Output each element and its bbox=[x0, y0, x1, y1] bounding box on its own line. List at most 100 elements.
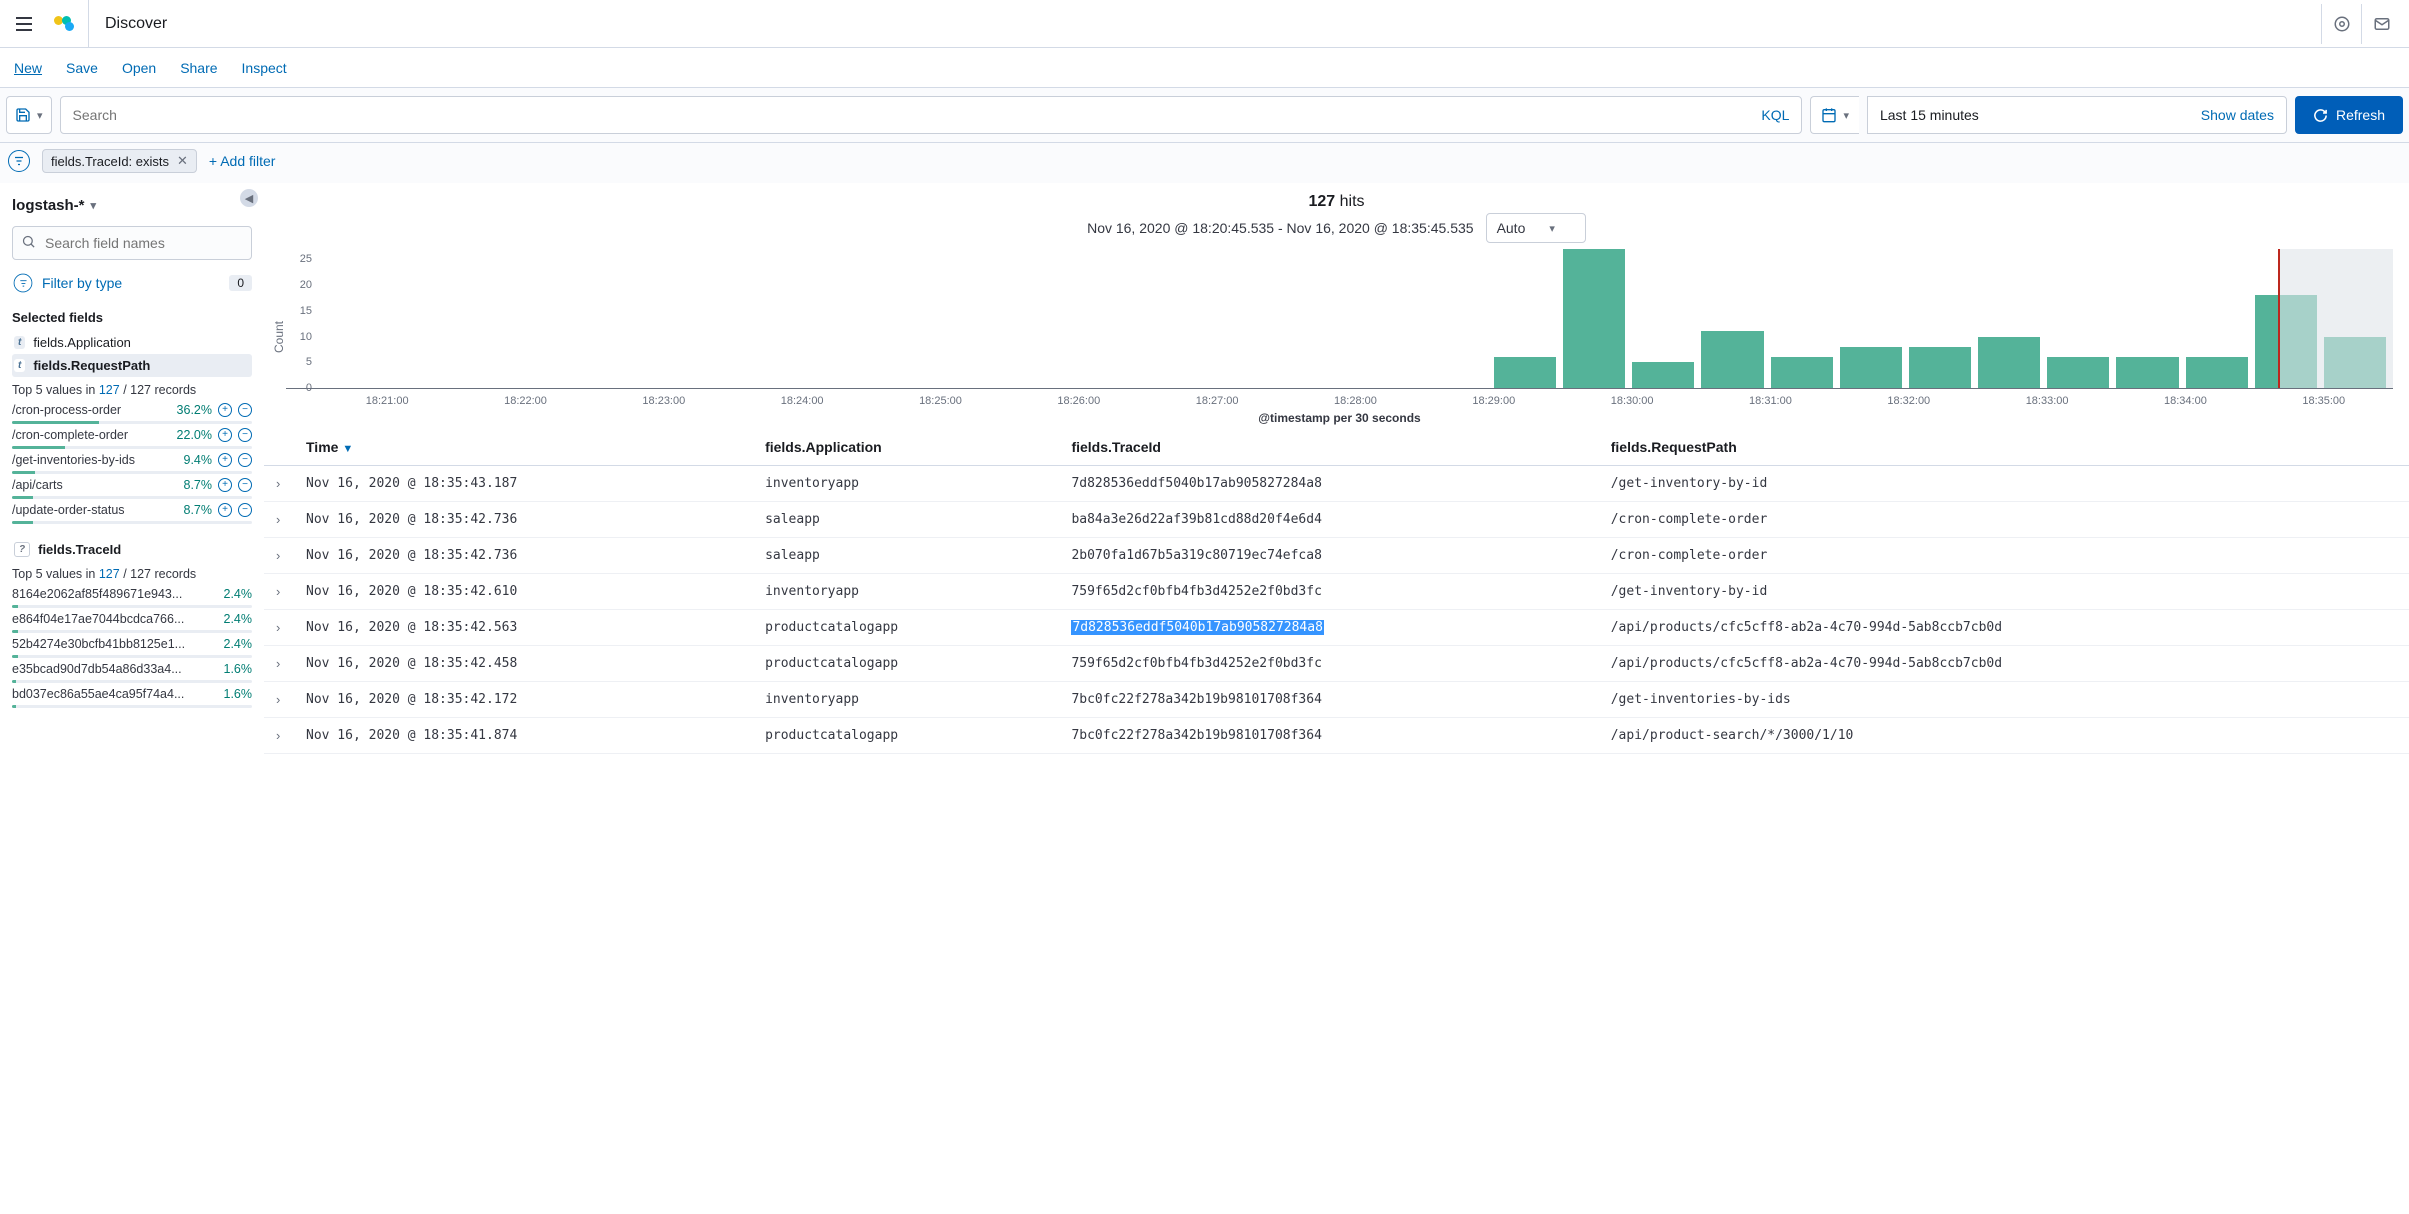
filter-options-icon[interactable] bbox=[8, 150, 30, 172]
col-time[interactable]: Time ▼ bbox=[294, 429, 753, 466]
add-filter-plus-icon[interactable]: + bbox=[218, 403, 232, 417]
interval-select[interactable]: Auto ▾ bbox=[1486, 213, 1586, 243]
newsfeed-icon[interactable] bbox=[2321, 4, 2361, 44]
cell-traceid: ba84a3e26d22af39b81cd88d20f4e6d4 bbox=[1059, 502, 1598, 538]
filter-pill[interactable]: fields.TraceId: exists ✕ bbox=[42, 149, 197, 173]
table-row[interactable]: › Nov 16, 2020 @ 18:35:42.563 productcat… bbox=[264, 610, 2409, 646]
nav-inspect[interactable]: Inspect bbox=[242, 60, 287, 76]
saved-queries-button[interactable]: ▾ bbox=[6, 96, 52, 134]
stat-value: 8164e2062af85f489671e943... bbox=[12, 587, 202, 601]
add-filter-minus-icon[interactable]: − bbox=[238, 453, 252, 467]
nav-open[interactable]: Open bbox=[122, 60, 156, 76]
cell-time: Nov 16, 2020 @ 18:35:42.736 bbox=[294, 502, 753, 538]
nav-new[interactable]: New bbox=[14, 60, 42, 76]
chart-bar[interactable] bbox=[1840, 347, 1902, 388]
chart-bar[interactable] bbox=[1494, 357, 1556, 388]
show-dates-link[interactable]: Show dates bbox=[2201, 107, 2274, 123]
filter-type-icon[interactable] bbox=[14, 274, 33, 293]
expand-row-icon[interactable]: › bbox=[264, 466, 294, 502]
interval-value: Auto bbox=[1497, 220, 1526, 236]
expand-row-icon[interactable]: › bbox=[264, 682, 294, 718]
time-range-full: Nov 16, 2020 @ 18:20:45.535 - Nov 16, 20… bbox=[1087, 220, 1473, 236]
stat-value: e35bcad90d7db54a86d33a4... bbox=[12, 662, 202, 676]
kibana-logo[interactable] bbox=[40, 0, 89, 47]
add-filter-plus-icon[interactable]: + bbox=[218, 503, 232, 517]
add-filter-plus-icon[interactable]: + bbox=[218, 478, 232, 492]
chart-bar[interactable] bbox=[1978, 337, 2040, 388]
index-pattern-selector[interactable]: logstash-* ▾ bbox=[12, 197, 252, 214]
top-header: Discover bbox=[0, 0, 2409, 48]
chart-bar[interactable] bbox=[2186, 357, 2248, 388]
nav-share[interactable]: Share bbox=[180, 60, 217, 76]
chart-bar[interactable] bbox=[1771, 357, 1833, 388]
query-bar: ▾ KQL ▾ Last 15 minutes Show dates Refre… bbox=[0, 88, 2409, 143]
add-filter-plus-icon[interactable]: + bbox=[218, 453, 232, 467]
cell-traceid: 7d828536eddf5040b17ab905827284a8 bbox=[1059, 610, 1598, 646]
stat-pct: 2.4% bbox=[208, 587, 252, 601]
chart-bar[interactable] bbox=[2047, 357, 2109, 388]
table-row[interactable]: › Nov 16, 2020 @ 18:35:42.458 productcat… bbox=[264, 646, 2409, 682]
stat-row: e864f04e17ae7044bcdca766... 2.4% bbox=[12, 612, 252, 626]
col-requestpath[interactable]: fields.RequestPath bbox=[1599, 429, 2409, 466]
collapse-sidebar-icon[interactable]: ◀ bbox=[240, 189, 258, 207]
chart-bar[interactable] bbox=[2116, 357, 2178, 388]
cell-requestpath: /cron-complete-order bbox=[1599, 502, 2409, 538]
col-application[interactable]: fields.Application bbox=[753, 429, 1059, 466]
stat-value: /update-order-status bbox=[12, 503, 162, 517]
remove-filter-icon[interactable]: ✕ bbox=[177, 153, 188, 169]
expand-row-icon[interactable]: › bbox=[264, 610, 294, 646]
field-stats-head: Top 5 values in 127 / 127 records bbox=[12, 567, 252, 581]
expand-row-icon[interactable]: › bbox=[264, 646, 294, 682]
filter-by-type-link[interactable]: Filter by type bbox=[42, 275, 221, 291]
table-row[interactable]: › Nov 16, 2020 @ 18:35:41.874 productcat… bbox=[264, 718, 2409, 754]
table-row[interactable]: › Nov 16, 2020 @ 18:35:42.736 saleapp ba… bbox=[264, 502, 2409, 538]
cell-time: Nov 16, 2020 @ 18:35:42.736 bbox=[294, 538, 753, 574]
expand-row-icon[interactable]: › bbox=[264, 538, 294, 574]
selected-fields-title: Selected fields bbox=[12, 310, 252, 325]
stat-pct: 2.4% bbox=[208, 612, 252, 626]
cell-application: inventoryapp bbox=[753, 682, 1059, 718]
cell-requestpath: /get-inventory-by-id bbox=[1599, 574, 2409, 610]
add-filter-link[interactable]: + Add filter bbox=[209, 153, 276, 169]
cell-traceid: 7bc0fc22f278a342b19b98101708f364 bbox=[1059, 682, 1598, 718]
field-item[interactable]: t fields.Application bbox=[12, 331, 252, 354]
field-search-input[interactable] bbox=[12, 226, 252, 260]
chart-bar[interactable] bbox=[1701, 331, 1763, 388]
field-item[interactable]: t fields.RequestPath bbox=[12, 354, 252, 377]
table-row[interactable]: › Nov 16, 2020 @ 18:35:42.172 inventorya… bbox=[264, 682, 2409, 718]
chart-bar[interactable] bbox=[1563, 249, 1625, 388]
expand-row-icon[interactable]: › bbox=[264, 718, 294, 754]
cell-application: inventoryapp bbox=[753, 574, 1059, 610]
expand-row-icon[interactable]: › bbox=[264, 502, 294, 538]
search-box[interactable]: KQL bbox=[60, 96, 1803, 134]
stat-value: bd037ec86a55ae4ca95f74a4... bbox=[12, 687, 202, 701]
add-filter-minus-icon[interactable]: − bbox=[238, 428, 252, 442]
stat-pct: 22.0% bbox=[168, 428, 212, 442]
kql-toggle[interactable]: KQL bbox=[1761, 107, 1789, 123]
timerange-row: Nov 16, 2020 @ 18:20:45.535 - Nov 16, 20… bbox=[264, 213, 2409, 249]
chart-plot[interactable]: 0510152025 bbox=[286, 249, 2393, 389]
field-type-badge: t bbox=[14, 336, 25, 349]
add-filter-plus-icon[interactable]: + bbox=[218, 428, 232, 442]
chart-xlabel: @timestamp per 30 seconds bbox=[286, 411, 2393, 425]
stat-value: 52b4274e30bcfb41bb8125e1... bbox=[12, 637, 202, 651]
search-input[interactable] bbox=[73, 107, 1762, 123]
stat-row: /cron-complete-order 22.0% + − bbox=[12, 428, 252, 442]
nav-toggle-button[interactable] bbox=[8, 8, 40, 40]
table-row[interactable]: › Nov 16, 2020 @ 18:35:43.187 inventorya… bbox=[264, 466, 2409, 502]
expand-row-icon[interactable]: › bbox=[264, 574, 294, 610]
date-picker-button[interactable]: ▾ bbox=[1810, 96, 1859, 134]
table-row[interactable]: › Nov 16, 2020 @ 18:35:42.610 inventorya… bbox=[264, 574, 2409, 610]
chart-bar[interactable] bbox=[1909, 347, 1971, 388]
add-filter-minus-icon[interactable]: − bbox=[238, 403, 252, 417]
refresh-button[interactable]: Refresh bbox=[2295, 96, 2403, 134]
field-item[interactable]: ? fields.TraceId bbox=[12, 538, 252, 561]
add-filter-minus-icon[interactable]: − bbox=[238, 478, 252, 492]
col-traceid[interactable]: fields.TraceId bbox=[1059, 429, 1598, 466]
chart-bar[interactable] bbox=[1632, 362, 1694, 388]
table-row[interactable]: › Nov 16, 2020 @ 18:35:42.736 saleapp 2b… bbox=[264, 538, 2409, 574]
nav-save[interactable]: Save bbox=[66, 60, 98, 76]
add-filter-minus-icon[interactable]: − bbox=[238, 503, 252, 517]
date-range-display[interactable]: Last 15 minutes Show dates bbox=[1867, 96, 2287, 134]
mail-icon[interactable] bbox=[2361, 4, 2401, 44]
